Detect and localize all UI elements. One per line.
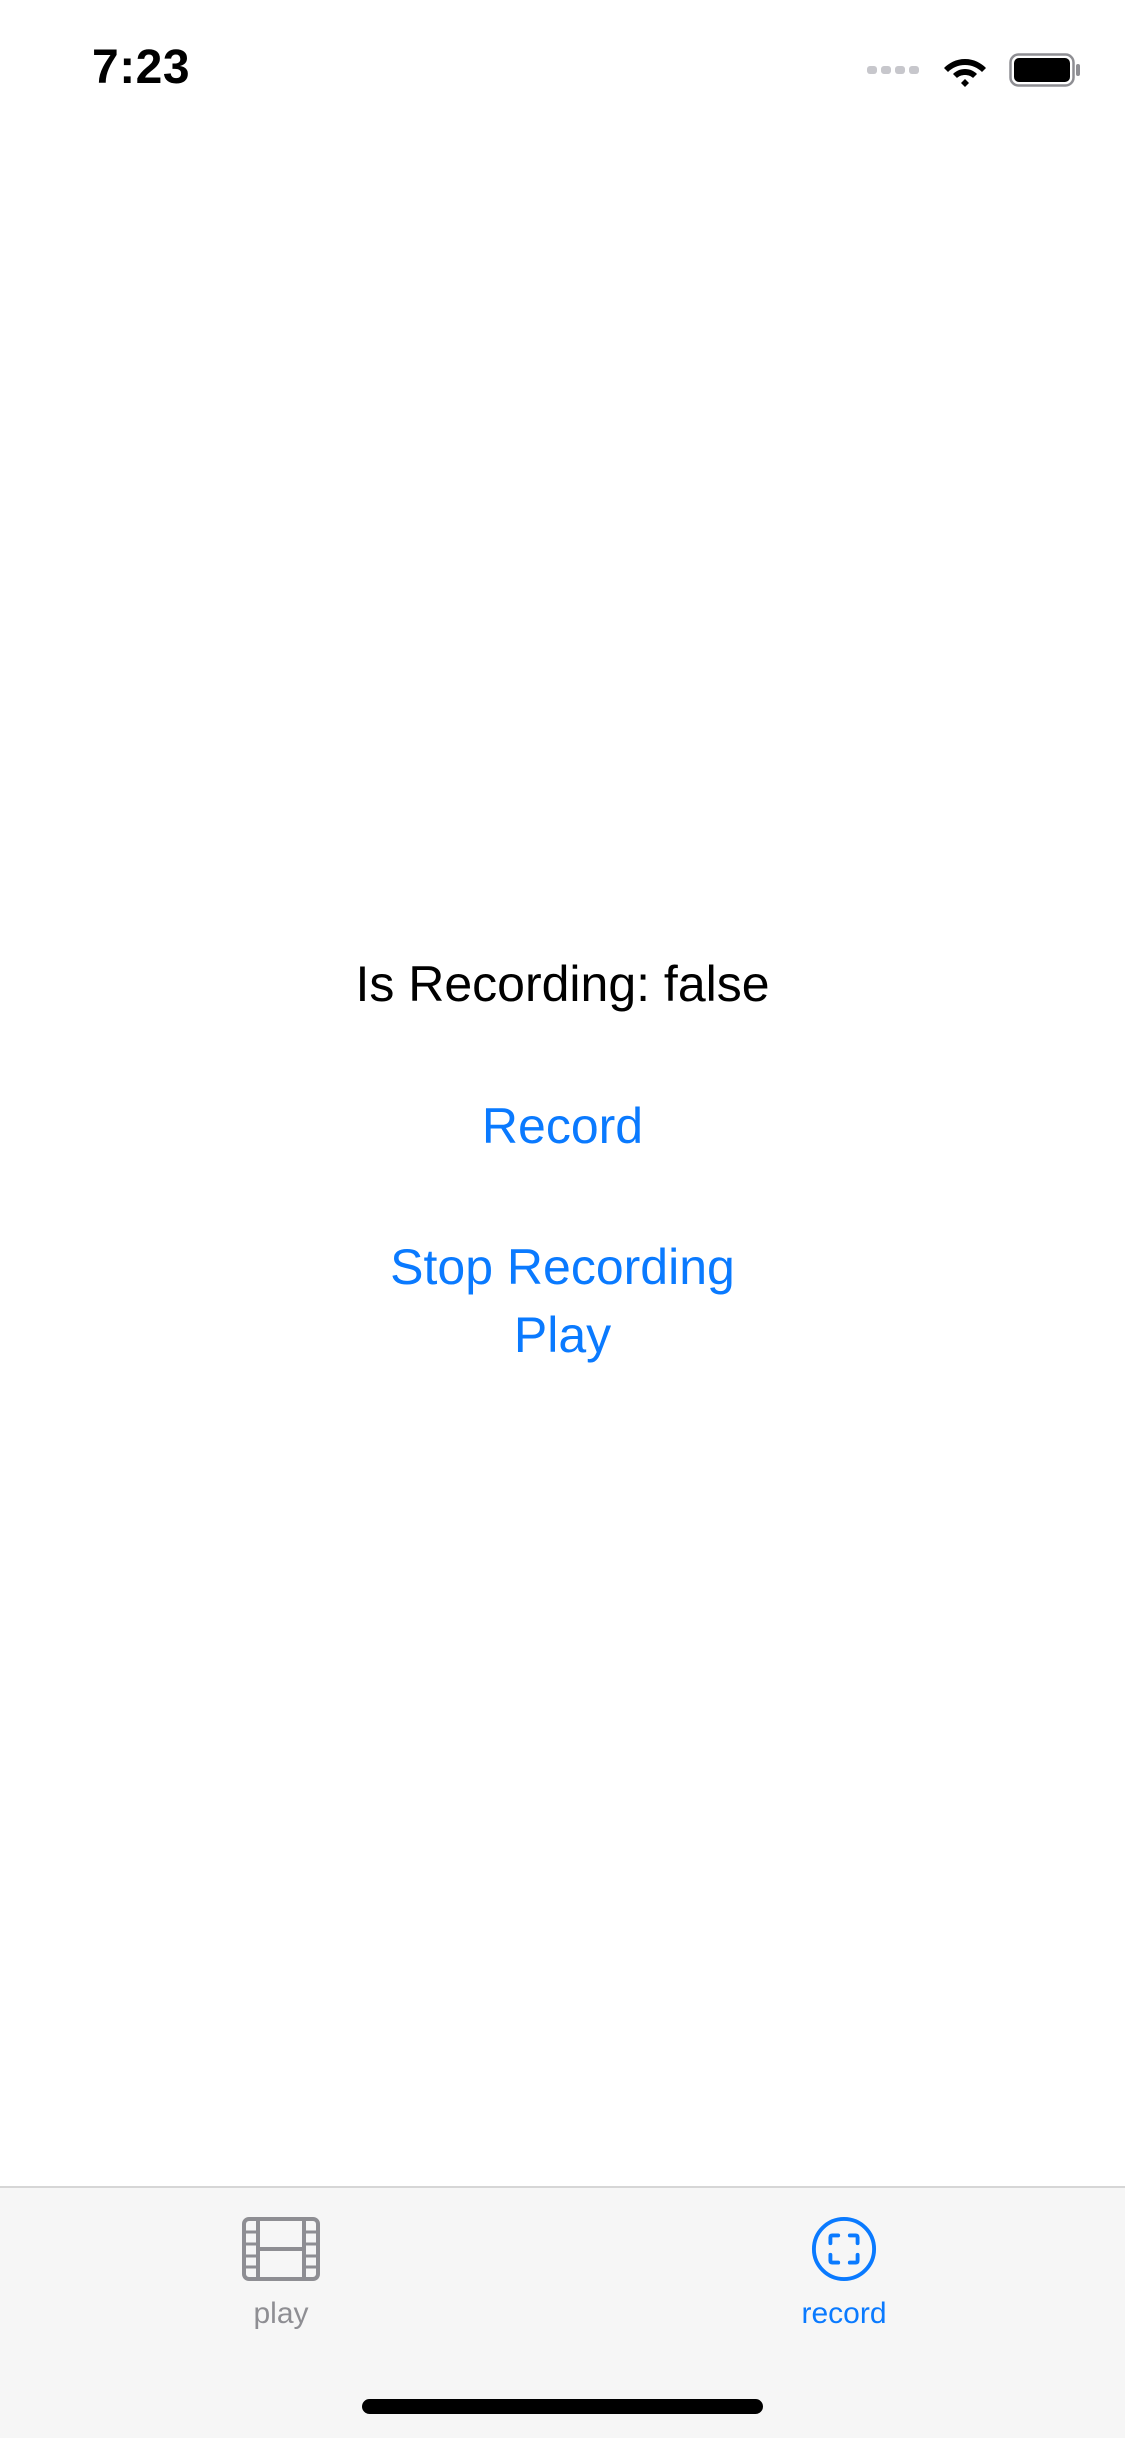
wifi-icon [944, 59, 986, 87]
film-icon [242, 2217, 320, 2281]
battery-icon [1009, 53, 1080, 87]
play-button[interactable]: Play [514, 1303, 611, 1367]
status-icons [867, 46, 1081, 94]
home-indicator [362, 2399, 763, 2414]
status-bar: 7:23 [0, 0, 1125, 140]
tab-record[interactable]: record [724, 2216, 964, 2346]
record-screen-icon [811, 2216, 877, 2282]
stop-recording-button[interactable]: Stop Recording [390, 1235, 735, 1299]
record-button[interactable]: Record [482, 1094, 643, 1158]
tab-play-label: play [253, 2297, 309, 2330]
cellular-dots-icon [867, 66, 923, 74]
recording-status-label: Is Recording: false [355, 956, 770, 1012]
status-time: 7:23 [92, 41, 191, 94]
tab-record-label: record [801, 2297, 887, 2330]
tab-bar: play record [0, 2186, 1125, 2438]
tab-play[interactable]: play [161, 2216, 401, 2346]
